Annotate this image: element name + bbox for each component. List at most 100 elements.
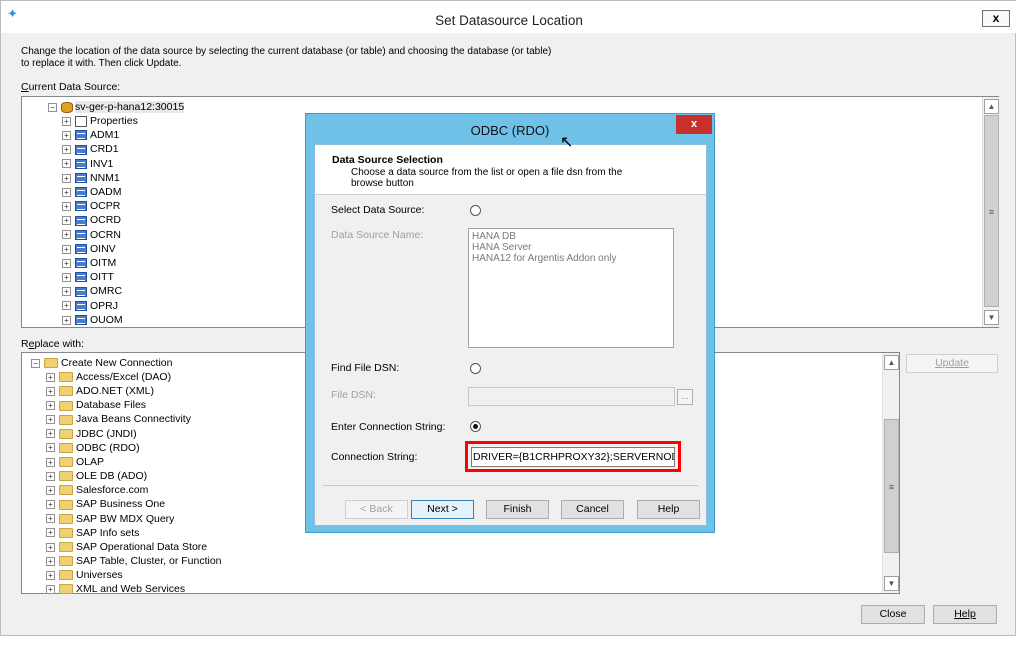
expand-icon[interactable]: + [62, 130, 71, 140]
browse-button[interactable]: ... [677, 389, 693, 405]
tree-item[interactable]: + Universes [46, 568, 123, 582]
tree-item[interactable]: + OPRJ [62, 299, 118, 313]
tree-item[interactable]: + OCRD [62, 213, 121, 227]
tree-item[interactable]: + CRD1 [62, 142, 119, 156]
tree-item[interactable]: + OADM [62, 185, 122, 199]
expand-icon[interactable]: + [62, 244, 71, 254]
expand-icon[interactable]: + [46, 471, 55, 481]
expand-icon[interactable]: + [46, 485, 55, 495]
expand-icon[interactable]: + [46, 528, 55, 538]
tree-item[interactable]: + INV1 [62, 157, 113, 171]
expand-icon[interactable]: + [62, 301, 71, 311]
expand-icon[interactable]: + [62, 216, 71, 226]
scroll-thumb[interactable]: ≡ [884, 419, 899, 553]
table-icon [75, 158, 87, 169]
finish-button[interactable]: Finish [486, 500, 549, 519]
expand-icon[interactable]: + [46, 584, 55, 594]
odbc-close-button[interactable]: x [676, 115, 712, 134]
data-source-list[interactable]: HANA DB HANA Server HANA12 for Argentis … [468, 228, 674, 348]
tree-item[interactable]: + SAP Business One [46, 497, 165, 511]
scroll-down-icon[interactable]: ▼ [884, 576, 899, 591]
tree-item[interactable]: + OUOM [62, 313, 123, 327]
tree-root-server[interactable]: − sv-ger-p-hana12:30015 [48, 100, 185, 114]
expand-icon[interactable]: + [62, 187, 71, 197]
window-titlebar: ✦ Set Datasource Location x [1, 1, 1017, 33]
expand-icon[interactable]: + [62, 145, 71, 155]
find-file-dsn-radio[interactable] [470, 363, 481, 374]
expand-icon[interactable]: + [62, 315, 71, 325]
close-button[interactable]: Close [861, 605, 925, 624]
tree-item[interactable]: + SAP Info sets [46, 526, 139, 540]
tree-item[interactable]: + NNM1 [62, 171, 120, 185]
enter-connection-string-radio[interactable] [470, 421, 481, 432]
replace-with-label: Replace with: [21, 338, 85, 350]
expand-icon[interactable]: + [62, 272, 71, 282]
tree-item[interactable]: + Java Beans Connectivity [46, 412, 191, 426]
table-icon [75, 201, 87, 212]
table-icon [75, 272, 87, 283]
list-item[interactable]: HANA DB [472, 231, 670, 242]
expand-icon[interactable]: + [46, 514, 55, 524]
tree-item[interactable]: + SAP BW MDX Query [46, 512, 174, 526]
tree-item[interactable]: + SAP Table, Cluster, or Function [46, 554, 222, 568]
list-item[interactable]: HANA Server [472, 242, 670, 253]
next-button[interactable]: Next > [411, 500, 474, 519]
list-item[interactable]: HANA12 for Argentis Addon only [472, 253, 670, 264]
tree-item[interactable]: + OCRN [62, 228, 121, 242]
window-close-button[interactable]: x [982, 10, 1010, 27]
expand-icon[interactable]: + [62, 201, 71, 211]
expand-icon[interactable]: + [62, 173, 71, 183]
tree-item[interactable]: + Properties [62, 114, 138, 128]
file-dsn-input[interactable] [468, 387, 675, 406]
tree-item[interactable]: + OLAP [46, 455, 104, 469]
expand-icon[interactable]: + [46, 429, 55, 439]
scroll-up-icon[interactable]: ▲ [884, 355, 899, 370]
expand-icon[interactable]: + [62, 287, 71, 297]
tree-item[interactable]: + OINV [62, 242, 116, 256]
scroll-up-icon[interactable]: ▲ [984, 99, 999, 114]
expand-icon[interactable]: + [46, 401, 55, 411]
update-button[interactable]: Update [906, 354, 998, 373]
expand-icon[interactable]: + [62, 230, 71, 240]
expand-icon[interactable]: + [62, 116, 71, 126]
collapse-icon[interactable]: − [48, 102, 57, 112]
expand-icon[interactable]: + [46, 386, 55, 396]
expand-icon[interactable]: + [46, 457, 55, 467]
expand-icon[interactable]: + [62, 159, 71, 169]
tree-item[interactable]: + Access/Excel (DAO) [46, 370, 171, 384]
expand-icon[interactable]: + [46, 500, 55, 510]
tree-item[interactable]: + XML and Web Services [46, 582, 185, 596]
tree-item[interactable]: + OITM [62, 256, 116, 270]
tree-item[interactable]: + Database Files [46, 398, 146, 412]
tree-root-create-connection[interactable]: − Create New Connection [31, 356, 172, 370]
scroll-down-icon[interactable]: ▼ [984, 310, 999, 325]
expand-icon[interactable]: + [46, 415, 55, 425]
help-button[interactable]: Help [933, 605, 997, 624]
tree-item[interactable]: + OLE DB (ADO) [46, 469, 147, 483]
expand-icon[interactable]: + [46, 556, 55, 566]
tree-item[interactable]: + OITT [62, 270, 114, 284]
tree-item[interactable]: + Salesforce.com [46, 483, 148, 497]
folder-icon [59, 584, 73, 595]
expand-icon[interactable]: + [46, 372, 55, 382]
replace-vscrollbar[interactable]: ▲ ≡ ▼ [882, 353, 899, 593]
tree-item[interactable]: + ADM1 [62, 128, 119, 142]
tree-item[interactable]: + JDBC (JNDI) [46, 427, 137, 441]
expand-icon[interactable]: + [46, 570, 55, 580]
current-vscrollbar[interactable]: ▲ ≡ ▼ [982, 97, 999, 327]
tree-item[interactable]: + SAP Operational Data Store [46, 540, 207, 554]
help-button[interactable]: Help [637, 500, 700, 519]
select-data-source-radio[interactable] [470, 205, 481, 216]
cancel-button[interactable]: Cancel [561, 500, 624, 519]
scroll-thumb[interactable]: ≡ [984, 115, 999, 307]
tree-item[interactable]: + ODBC (RDO) [46, 441, 140, 455]
collapse-icon[interactable]: − [31, 358, 40, 368]
expand-icon[interactable]: + [62, 258, 71, 268]
expand-icon[interactable]: + [46, 542, 55, 552]
tree-item[interactable]: + OCPR [62, 199, 120, 213]
back-button[interactable]: < Back [345, 500, 408, 519]
tree-item[interactable]: + ADO.NET (XML) [46, 384, 154, 398]
expand-icon[interactable]: + [46, 443, 55, 453]
section-description: Choose a data source from the list or op… [351, 167, 623, 189]
tree-item[interactable]: + OMRC [62, 284, 122, 298]
